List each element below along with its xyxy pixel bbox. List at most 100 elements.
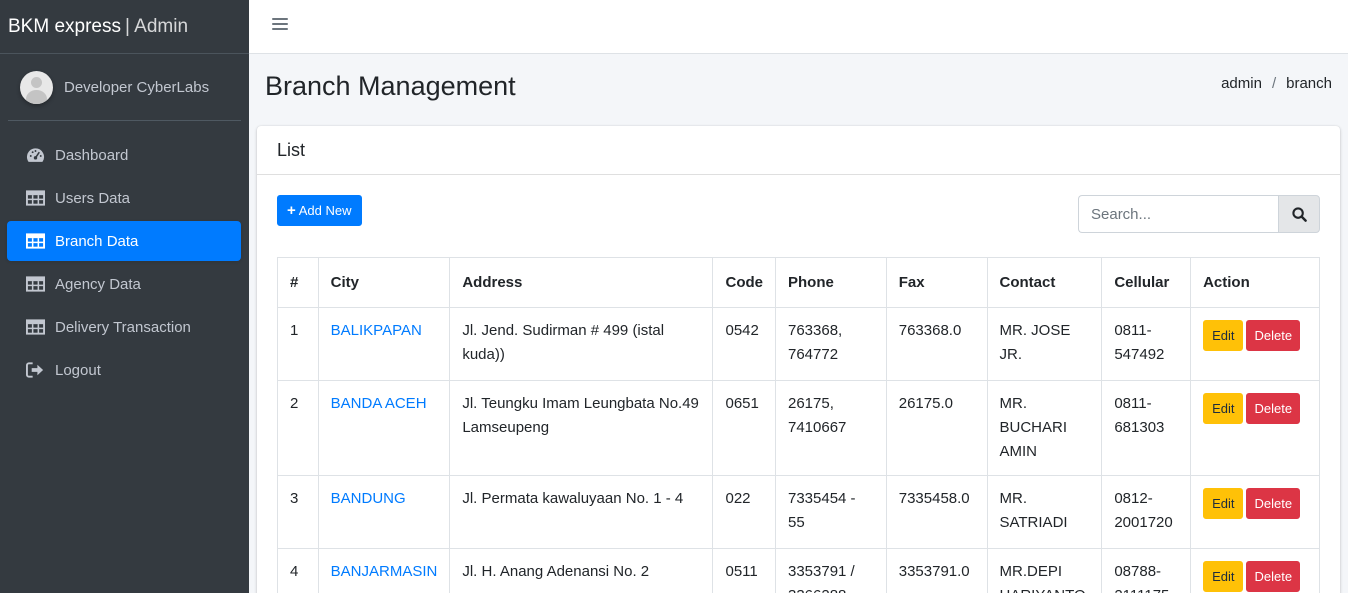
delete-button[interactable]: Delete: [1246, 488, 1301, 519]
cell-code: 0511: [712, 548, 776, 593]
dashboard-icon: [26, 147, 45, 163]
cell-contact: MR.DEPI HARIYANTO: [986, 548, 1103, 593]
page-title: Branch Management: [265, 71, 516, 101]
cell-fax: 26175.0: [885, 380, 988, 476]
list-card: List + Add New # City Address Code Phone…: [257, 126, 1340, 593]
user-name: Developer CyberLabs: [64, 78, 210, 96]
sign-out-icon: [26, 362, 45, 378]
breadcrumb-separator: /: [1271, 75, 1277, 92]
sidebar-item-label: Branch Data: [55, 232, 139, 250]
sidebar-item-delivery-transaction[interactable]: Delivery Transaction: [7, 307, 241, 347]
sidebar-item-label: Agency Data: [55, 275, 141, 293]
table-icon: [26, 233, 45, 249]
sidebar-item-dashboard[interactable]: Dashboard: [7, 135, 241, 175]
sidebar-nav: Dashboard Users Data Branch Data Agency …: [0, 121, 249, 390]
cell-phone: 3353791 / 3366288: [774, 548, 887, 593]
column-header-phone: Phone: [774, 257, 887, 308]
cell-code: 0651: [712, 380, 776, 476]
cell-phone: 763368, 764772: [774, 307, 887, 381]
cell-code: 022: [712, 475, 776, 549]
table-icon: [26, 276, 45, 292]
cell-city-link[interactable]: BANDA ACEH: [317, 380, 451, 476]
sidebar-item-label: Logout: [55, 361, 101, 379]
edit-button[interactable]: Edit: [1203, 488, 1244, 519]
cell-city-link[interactable]: BANJARMASIN: [317, 548, 451, 593]
content-header: Branch Management admin / branch: [249, 54, 1348, 124]
brand-link[interactable]: BKM express | Admin: [0, 0, 249, 54]
breadcrumb-item-admin[interactable]: admin: [1221, 75, 1262, 92]
cell-address: Jl. H. Anang Adenansi No. 2: [449, 548, 714, 593]
delete-button[interactable]: Delete: [1246, 393, 1301, 424]
cell-number: 3: [277, 475, 319, 549]
table-row: 4 BANJARMASIN Jl. H. Anang Adenansi No. …: [277, 548, 1320, 593]
sidebar-item-branch-data[interactable]: Branch Data: [7, 221, 241, 261]
search-group: [1078, 195, 1320, 233]
column-header-city: City: [317, 257, 451, 308]
cell-phone: 7335454 - 55: [774, 475, 887, 549]
cell-cellular: 0811-547492: [1101, 307, 1192, 381]
table-header-row: # City Address Code Phone Fax Contact Ce…: [277, 257, 1320, 308]
cell-fax: 3353791.0: [885, 548, 988, 593]
top-navbar: [249, 0, 1348, 54]
edit-button[interactable]: Edit: [1203, 561, 1244, 592]
delete-button[interactable]: Delete: [1246, 561, 1301, 592]
search-icon: [1291, 206, 1307, 222]
add-new-button[interactable]: + Add New: [277, 195, 362, 226]
search-button[interactable]: [1278, 195, 1320, 233]
edit-button[interactable]: Edit: [1203, 320, 1244, 351]
card-header: List: [257, 126, 1340, 175]
cell-contact: MR. JOSE JR.: [986, 307, 1103, 381]
cell-phone: 26175, 7410667: [774, 380, 887, 476]
card-title: List: [277, 140, 306, 160]
column-header-fax: Fax: [885, 257, 988, 308]
add-new-label: Add New: [298, 203, 352, 218]
cell-address: Jl. Permata kawaluyaan No. 1 - 4: [449, 475, 714, 549]
cell-number: 4: [277, 548, 319, 593]
cell-number: 1: [277, 307, 319, 381]
breadcrumb-item-branch: branch: [1286, 75, 1332, 92]
sidebar-item-label: Dashboard: [55, 146, 129, 164]
cell-address: Jl. Jend. Sudirman # 499 (istal kuda)): [449, 307, 714, 381]
search-input[interactable]: [1078, 195, 1278, 233]
cell-code: 0542: [712, 307, 776, 381]
plus-icon: +: [287, 202, 296, 219]
table-row: 3 BANDUNG Jl. Permata kawaluyaan No. 1 -…: [277, 475, 1320, 549]
sidebar-item-label: Users Data: [55, 189, 131, 207]
column-header-number: #: [277, 257, 319, 308]
cell-action: Edit Delete: [1190, 548, 1320, 593]
sidebar-item-label: Delivery Transaction: [55, 318, 191, 336]
cell-number: 2: [277, 380, 319, 476]
table-row: 1 BALIKPAPAN Jl. Jend. Sudirman # 499 (i…: [277, 307, 1320, 381]
menu-toggle-icon[interactable]: [272, 18, 288, 32]
cell-action: Edit Delete: [1190, 307, 1320, 381]
cell-cellular: 0812-2001720: [1101, 475, 1192, 549]
edit-button[interactable]: Edit: [1203, 393, 1244, 424]
table-row: 2 BANDA ACEH Jl. Teungku Imam Leungbata …: [277, 380, 1320, 476]
avatar: [20, 70, 53, 104]
sidebar-item-users-data[interactable]: Users Data: [7, 178, 241, 218]
cell-contact: MR. BUCHARI AMIN: [986, 380, 1103, 476]
column-header-action: Action: [1190, 257, 1320, 308]
brand-name: BKM express: [8, 15, 121, 37]
cell-address: Jl. Teungku Imam Leungbata No.49 Lamseup…: [449, 380, 714, 476]
delete-button[interactable]: Delete: [1246, 320, 1301, 351]
column-header-contact: Contact: [986, 257, 1103, 308]
table-icon: [26, 319, 45, 335]
sidebar-item-agency-data[interactable]: Agency Data: [7, 264, 241, 304]
column-header-code: Code: [712, 257, 776, 308]
user-panel[interactable]: Developer CyberLabs: [8, 54, 241, 121]
cell-contact: MR. SATRIADI: [986, 475, 1103, 549]
table-icon: [26, 190, 45, 206]
cell-cellular: 08788-2111175: [1101, 548, 1192, 593]
cell-city-link[interactable]: BANDUNG: [317, 475, 451, 549]
cell-action: Edit Delete: [1190, 380, 1320, 476]
sidebar: BKM express | Admin Developer CyberLabs …: [0, 0, 249, 593]
cell-fax: 7335458.0: [885, 475, 988, 549]
cell-fax: 763368.0: [885, 307, 988, 381]
brand-suffix: | Admin: [124, 15, 189, 37]
column-header-cellular: Cellular: [1101, 257, 1192, 308]
cell-city-link[interactable]: BALIKPAPAN: [317, 307, 451, 381]
sidebar-item-logout[interactable]: Logout: [7, 350, 241, 390]
breadcrumb: admin / branch: [1221, 75, 1332, 92]
cell-cellular: 0811-681303: [1101, 380, 1192, 476]
